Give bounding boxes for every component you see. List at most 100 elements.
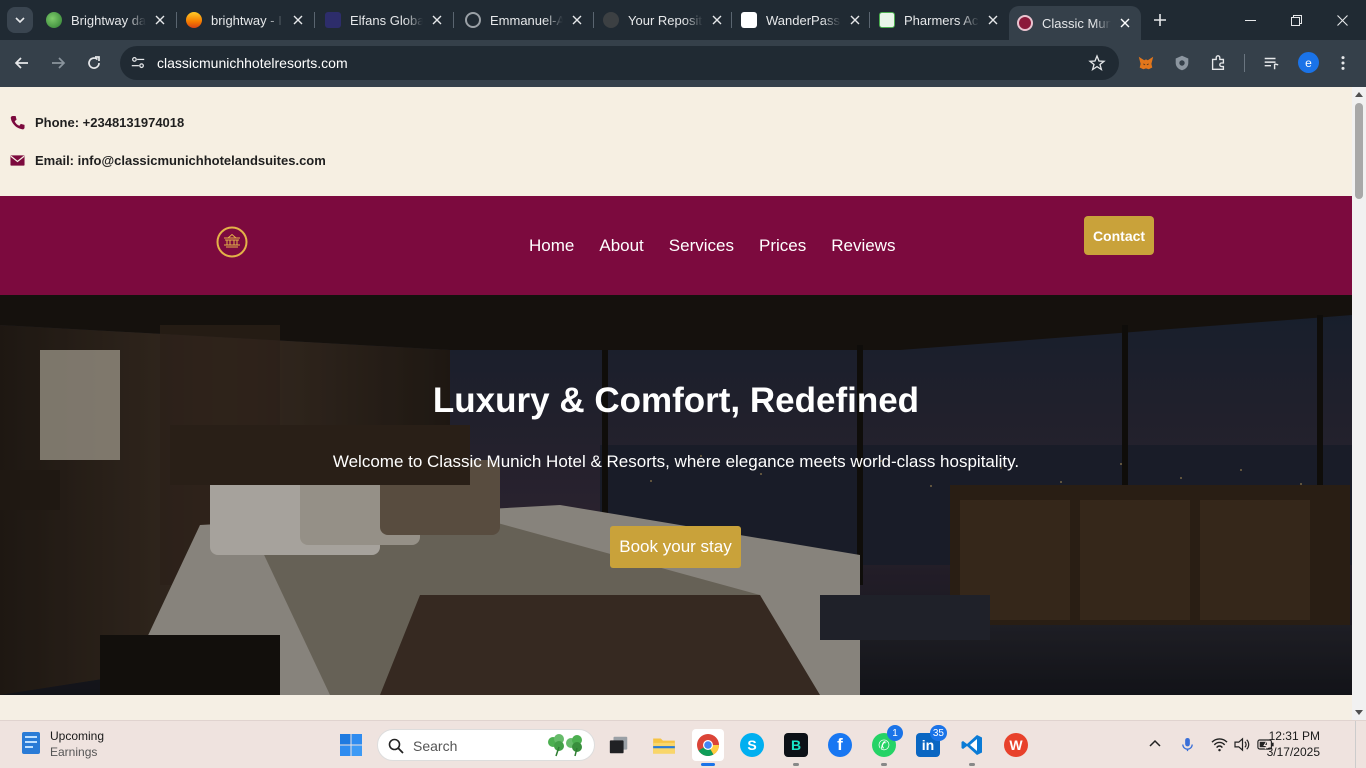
shield-extension-icon[interactable] xyxy=(1172,53,1192,73)
tab-elfans-global[interactable]: Elfans Global xyxy=(325,0,445,40)
menu-icon[interactable] xyxy=(1333,53,1353,73)
phone-text[interactable]: Phone: +2348131974018 xyxy=(35,115,184,130)
microphone-icon[interactable] xyxy=(1178,735,1196,753)
metamask-icon[interactable] xyxy=(1136,53,1156,73)
whatsapp-badge: 1 xyxy=(887,725,903,741)
extensions-puzzle-icon[interactable] xyxy=(1208,53,1228,73)
search-icon xyxy=(388,738,404,754)
whatsapp-icon[interactable]: ✆ 1 xyxy=(868,725,903,766)
tab-separator xyxy=(731,12,732,28)
facebook-icon[interactable]: f xyxy=(824,729,856,761)
email-text[interactable]: Email: info@classicmunichhotelandsuites.… xyxy=(35,153,326,168)
hero-subtitle: Welcome to Classic Munich Hotel & Resort… xyxy=(332,452,1020,471)
restore-icon[interactable] xyxy=(1273,0,1319,40)
widget-title[interactable]: Upcoming xyxy=(50,729,104,743)
tab-emmanuel[interactable]: Emmanuel-A xyxy=(465,0,585,40)
scroll-down-icon[interactable] xyxy=(1355,708,1363,716)
web-page: Phone: +2348131974018 Email: info@classi… xyxy=(0,87,1352,720)
wifi-icon[interactable] xyxy=(1210,735,1228,753)
clock-time[interactable]: 12:31 PM xyxy=(1269,729,1320,743)
skype-icon[interactable]: S xyxy=(736,729,768,761)
phone-icon xyxy=(10,115,25,130)
tab-brightway-dashboard[interactable]: Brightway da xyxy=(46,0,168,40)
nav-home[interactable]: Home xyxy=(529,236,574,256)
tab-title: Emmanuel-A xyxy=(490,12,563,28)
wps-office-icon[interactable]: W xyxy=(1000,729,1032,761)
hero-section: Luxury & Comfort, Redefined Welcome to C… xyxy=(0,295,1352,695)
show-desktop-button[interactable] xyxy=(1355,721,1366,768)
close-icon[interactable] xyxy=(985,12,1001,28)
contact-bar: Phone: +2348131974018 Email: info@classi… xyxy=(0,87,1352,196)
tab-separator xyxy=(869,12,870,28)
reload-icon[interactable] xyxy=(81,50,107,76)
vscode-icon[interactable] xyxy=(956,729,988,766)
browser-toolbar: classicmunichhotelresorts.com e xyxy=(0,40,1366,87)
brave-b-icon[interactable]: B xyxy=(780,729,812,766)
tab-title: Pharmers Ac xyxy=(904,12,979,28)
toolbar-divider xyxy=(1244,54,1245,72)
tab-brightway[interactable]: brightway - I xyxy=(186,0,306,40)
address-bar[interactable]: classicmunichhotelresorts.com xyxy=(120,46,1119,80)
minimize-icon[interactable] xyxy=(1227,0,1273,40)
close-icon[interactable] xyxy=(1117,15,1133,31)
tab-wanderpass[interactable]: WanderPass xyxy=(741,0,863,40)
wanderpass-favicon-icon xyxy=(741,12,757,28)
nav-about[interactable]: About xyxy=(599,236,643,256)
page-scrollbar[interactable] xyxy=(1352,87,1366,720)
tab-title: Classic Munic xyxy=(1042,15,1111,31)
tab-your-repositories[interactable]: Your Reposit xyxy=(603,0,725,40)
tab-separator xyxy=(453,12,454,28)
taskbar-search[interactable]: Search xyxy=(377,729,595,761)
github-icon xyxy=(603,12,619,28)
forward-icon[interactable] xyxy=(45,50,71,76)
windows-start-icon[interactable] xyxy=(339,733,363,757)
nav-prices[interactable]: Prices xyxy=(759,236,806,256)
tab-separator xyxy=(176,12,177,28)
site-info-icon[interactable] xyxy=(129,54,147,72)
nav-reviews[interactable]: Reviews xyxy=(831,236,895,256)
scroll-up-icon[interactable] xyxy=(1355,91,1363,99)
url-text[interactable]: classicmunichhotelresorts.com xyxy=(157,55,348,71)
window-close-icon[interactable] xyxy=(1319,0,1365,40)
main-navbar: Home About Services Prices Reviews Conta… xyxy=(0,196,1352,295)
hotel-logo-icon[interactable] xyxy=(216,226,248,258)
media-controls-icon[interactable] xyxy=(1261,53,1281,73)
nav-services[interactable]: Services xyxy=(669,236,734,256)
scroll-thumb[interactable] xyxy=(1355,103,1363,199)
contact-button[interactable]: Contact xyxy=(1084,216,1154,255)
close-icon[interactable] xyxy=(709,12,725,28)
tab-classic-munich[interactable]: Classic Munic xyxy=(1009,6,1141,40)
task-view-icon[interactable] xyxy=(603,729,635,761)
earnings-widget-icon[interactable] xyxy=(20,730,42,756)
bookmark-star-icon[interactable] xyxy=(1088,54,1106,72)
tab-strip: Brightway da brightway - I Elfans Global… xyxy=(0,0,1366,40)
tab-search-icon[interactable] xyxy=(7,7,33,33)
tab-title: WanderPass xyxy=(766,12,840,28)
volume-icon[interactable] xyxy=(1233,735,1251,753)
close-icon[interactable] xyxy=(569,12,585,28)
close-icon[interactable] xyxy=(290,12,306,28)
windows-taskbar: Upcoming Earnings Search S B f ✆ 1 in 35… xyxy=(0,720,1366,768)
widget-subtitle: Earnings xyxy=(50,745,98,759)
running-indicator xyxy=(793,763,799,766)
clock-date[interactable]: 3/17/2025 xyxy=(1267,745,1320,759)
new-tab-icon[interactable] xyxy=(1150,10,1170,30)
tab-pharmers[interactable]: Pharmers Ac xyxy=(879,0,1001,40)
close-icon[interactable] xyxy=(847,12,863,28)
tab-title: Your Reposit xyxy=(628,12,702,28)
close-icon[interactable] xyxy=(429,12,445,28)
chevron-up-icon[interactable] xyxy=(1146,735,1164,753)
search-placeholder: Search xyxy=(413,738,458,754)
tab-separator xyxy=(593,12,594,28)
running-indicator xyxy=(881,763,887,766)
chrome-icon[interactable] xyxy=(692,729,724,766)
book-your-stay-button[interactable]: Book your stay xyxy=(610,526,741,568)
profile-avatar[interactable]: e xyxy=(1298,52,1319,73)
linkedin-icon[interactable]: in 35 xyxy=(912,725,947,761)
close-icon[interactable] xyxy=(152,12,168,28)
file-explorer-icon[interactable] xyxy=(648,729,680,761)
hero-overlay xyxy=(0,295,1352,695)
back-icon[interactable] xyxy=(9,50,35,76)
shamrock-icon xyxy=(548,734,582,757)
hero-title: Luxury & Comfort, Redefined xyxy=(432,381,920,420)
